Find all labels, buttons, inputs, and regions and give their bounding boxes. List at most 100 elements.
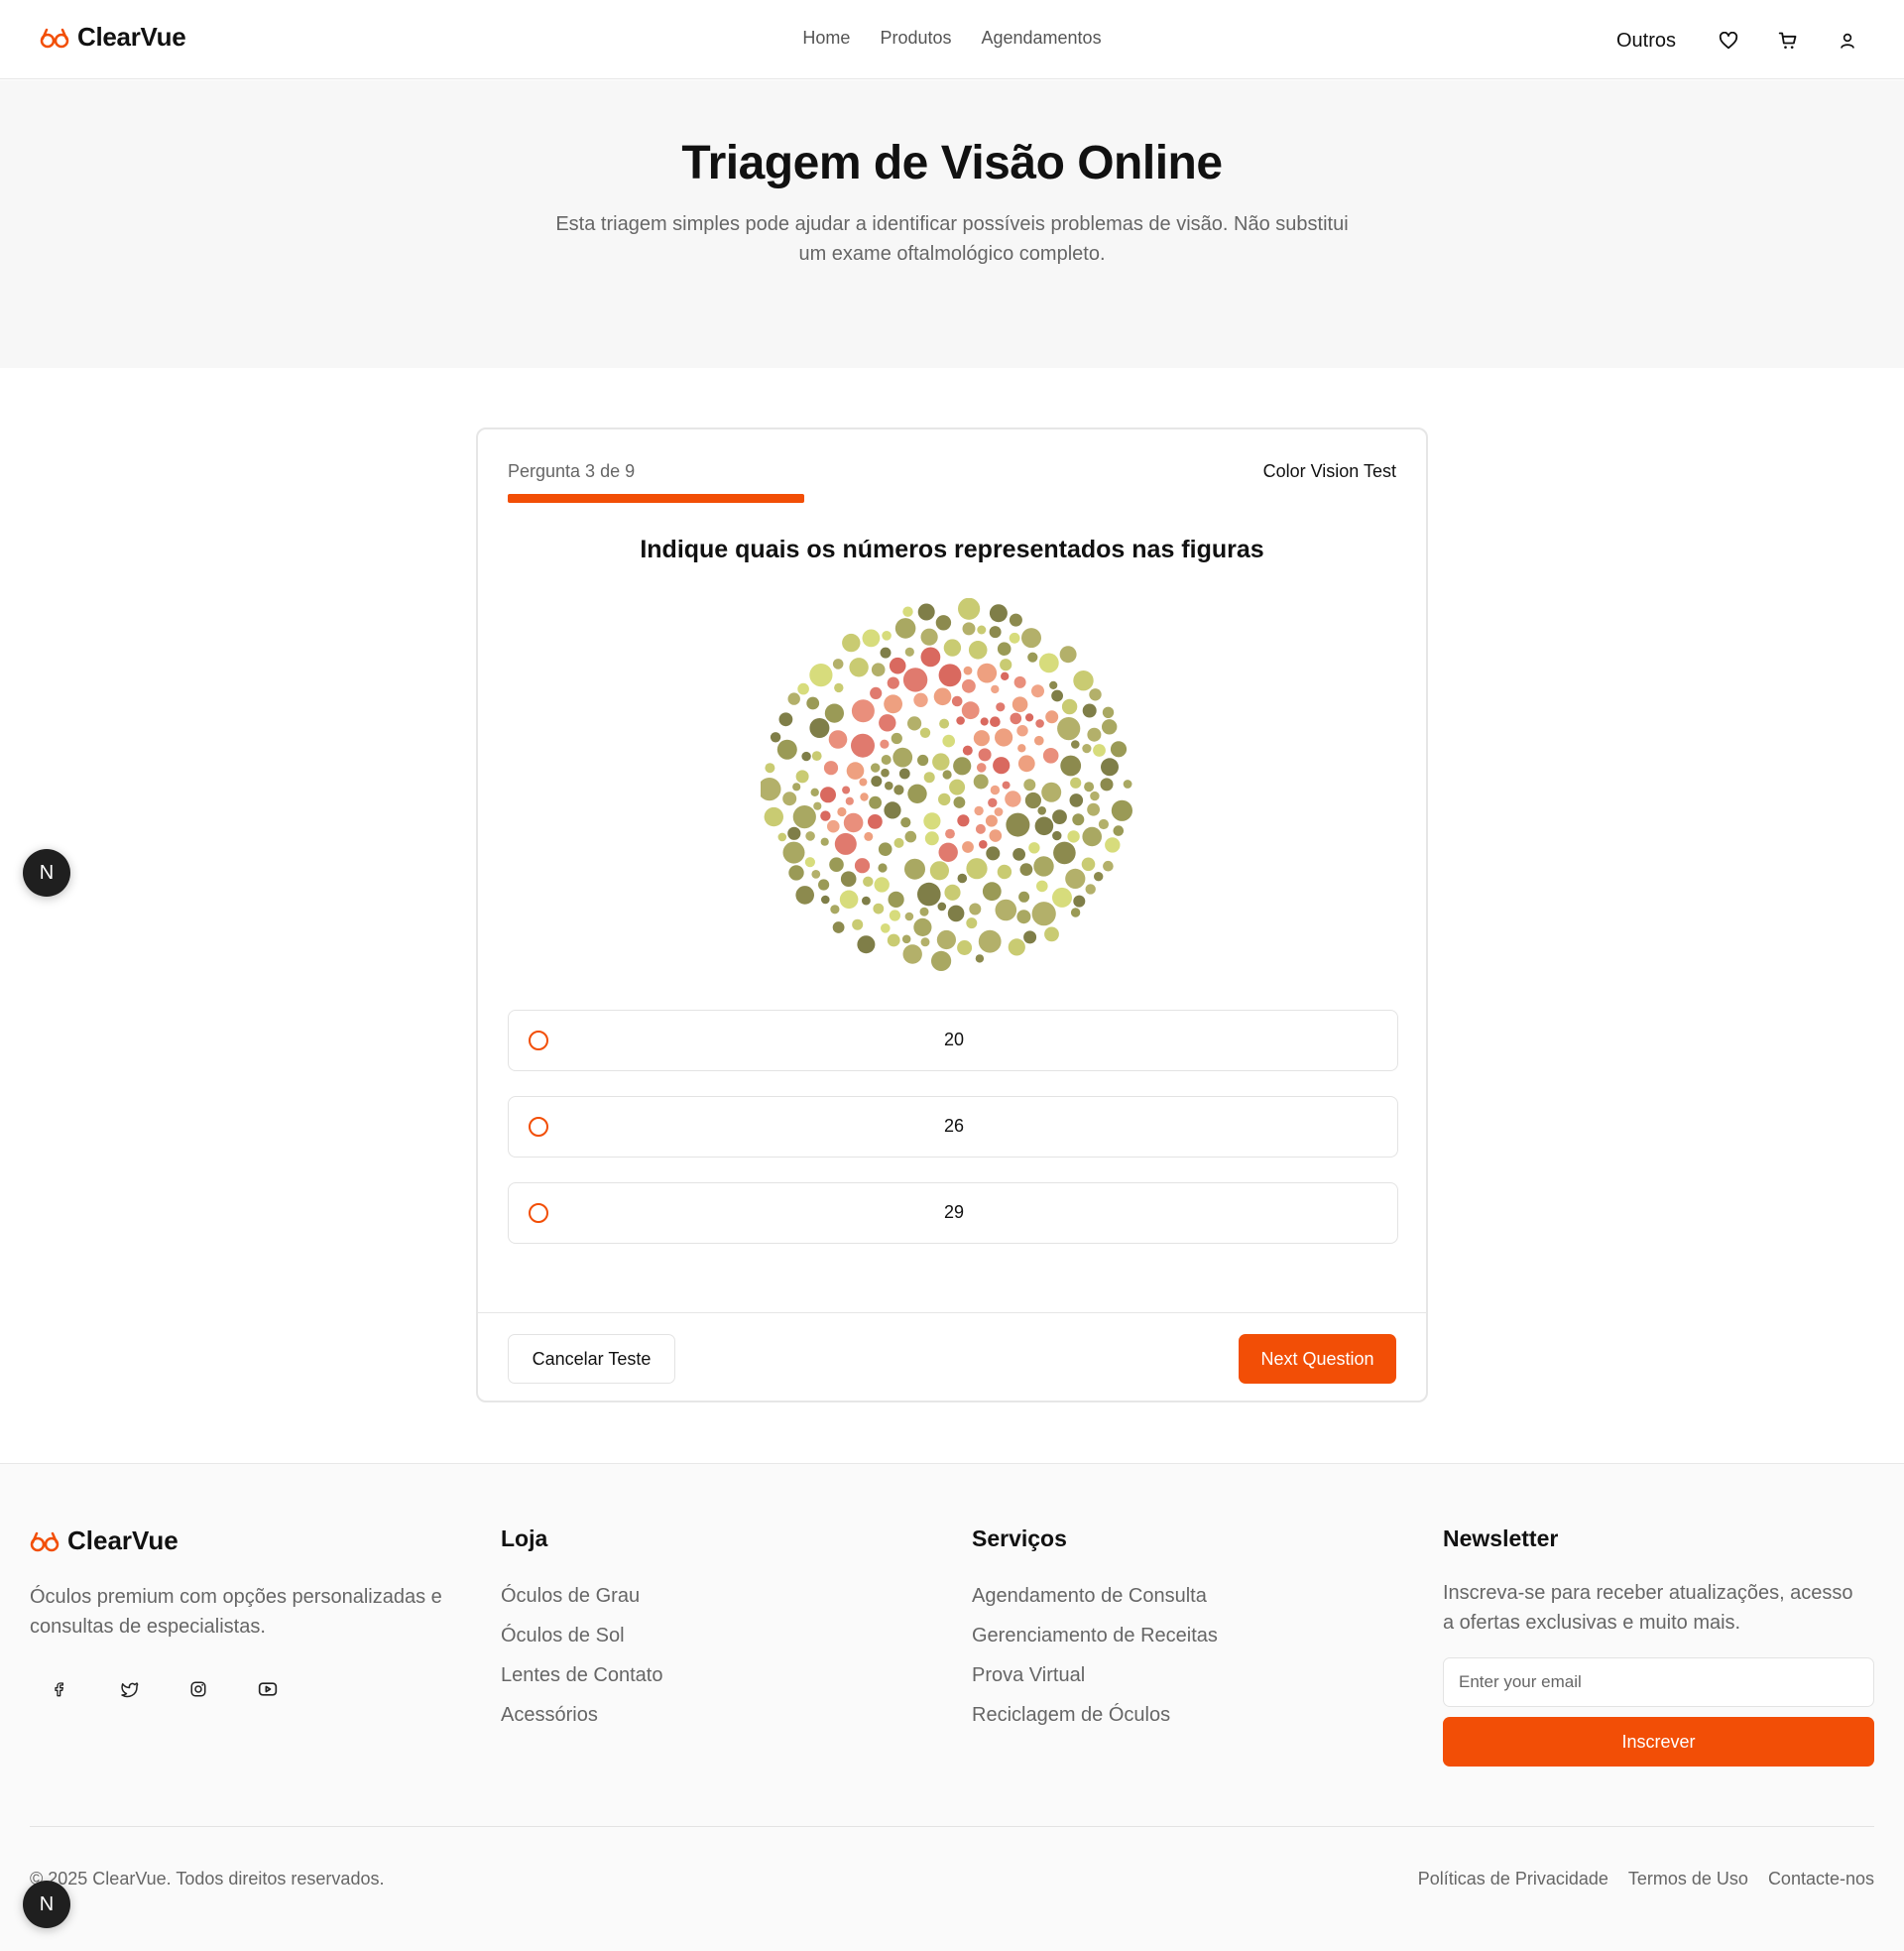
plate-dot (857, 935, 876, 954)
plate-dot (765, 763, 775, 774)
card-footer-divider (478, 1312, 1426, 1313)
contact-link[interactable]: Contacte-nos (1768, 1869, 1874, 1890)
plate-dot (1016, 910, 1031, 924)
footer-link-prova-virtual[interactable]: Prova Virtual (972, 1655, 1218, 1695)
user-icon[interactable] (1831, 24, 1864, 58)
cart-icon[interactable] (1771, 24, 1805, 58)
plate-dot (849, 658, 869, 677)
plate-dot (1033, 856, 1054, 877)
footer-link-reciclagem[interactable]: Reciclagem de Óculos (972, 1695, 1218, 1735)
plate-dot (957, 940, 973, 955)
heart-icon[interactable] (1712, 24, 1745, 58)
answer-option-2[interactable]: 26 (508, 1096, 1398, 1158)
plate-dot (868, 814, 883, 829)
plate-dot (880, 739, 890, 749)
next-question-button[interactable]: Next Question (1239, 1334, 1396, 1384)
plate-dot (1028, 842, 1040, 854)
plate-dot (1098, 818, 1109, 830)
answer-option-3[interactable]: 29 (508, 1182, 1398, 1244)
plate-dot (859, 778, 868, 787)
plate-dot (977, 663, 998, 683)
plate-dot (1002, 781, 1011, 790)
footer-logo[interactable]: ClearVue (30, 1525, 466, 1556)
plate-dot (845, 796, 854, 805)
footer-divider (30, 1826, 1874, 1827)
answer-option-1[interactable]: 20 (508, 1010, 1398, 1071)
plate-dot (878, 842, 892, 856)
plate-dot (840, 871, 857, 887)
answer-option-label: 29 (943, 1202, 965, 1222)
youtube-icon[interactable] (250, 1671, 286, 1707)
plate-dot (958, 598, 981, 620)
plate-dot (797, 682, 809, 695)
n-floating-badge[interactable]: N (23, 849, 70, 897)
facebook-icon[interactable] (42, 1671, 77, 1707)
footer-description: Óculos premium com opções personalizadas… (30, 1586, 442, 1638)
plate-dot (920, 628, 938, 646)
answer-option-label: 26 (943, 1116, 965, 1136)
plate-dot (863, 876, 874, 887)
plate-dot (1034, 735, 1044, 746)
footer-link-receitas[interactable]: Gerenciamento de Receitas (972, 1616, 1218, 1655)
page-title: Triagem de Visão Online (681, 137, 1223, 189)
plate-dot (885, 781, 893, 791)
plate-dot (966, 858, 988, 880)
plate-dot (1094, 872, 1104, 882)
plate-dot (945, 828, 955, 839)
plate-dot (832, 659, 844, 670)
nav-agendamentos-link[interactable]: Agendamentos (981, 28, 1101, 49)
plate-dot (879, 714, 896, 732)
footer-link-oculos-de-sol[interactable]: Óculos de Sol (501, 1616, 662, 1655)
plate-dot (1052, 809, 1067, 824)
plate-dot (989, 604, 1008, 623)
plate-dot (1008, 938, 1025, 956)
newsletter-email-input[interactable] (1443, 1657, 1874, 1707)
plate-dot (1025, 713, 1034, 722)
footer-link-agendamento[interactable]: Agendamento de Consulta (972, 1576, 1218, 1616)
plate-dot (778, 712, 793, 727)
plate-dot (904, 647, 914, 657)
footer-link-acessorios[interactable]: Acessórios (501, 1695, 662, 1735)
twitter-icon[interactable] (111, 1671, 147, 1707)
answer-options: 20 26 29 (508, 1010, 1398, 1269)
plate-dot (1016, 725, 1028, 737)
plate-dot (1009, 632, 1020, 644)
cancel-test-button[interactable]: Cancelar Teste (508, 1334, 675, 1384)
plate-dot (939, 718, 950, 729)
plate-dot (994, 807, 1004, 816)
n-floating-badge[interactable]: N (23, 1881, 70, 1928)
plate-dot (1087, 802, 1100, 816)
footer-link-oculos-de-grau[interactable]: Óculos de Grau (501, 1576, 662, 1616)
page-subtitle: Esta triagem simples pode ajudar a ident… (555, 213, 1349, 265)
plate-dot (881, 755, 892, 765)
plate-dot (931, 950, 952, 971)
plate-dot (936, 929, 956, 950)
outros-menu[interactable]: Outros (1616, 30, 1676, 53)
privacy-policy-link[interactable]: Políticas de Privacidade (1418, 1869, 1608, 1890)
plate-dot (902, 668, 928, 692)
footer-store-heading: Loja (501, 1525, 548, 1551)
plate-dot (813, 801, 822, 810)
subscribe-button[interactable]: Inscrever (1443, 1717, 1874, 1767)
plate-dot (1023, 779, 1036, 792)
plate-dot (824, 703, 844, 723)
plate-dot (962, 841, 974, 853)
plate-dot (1103, 860, 1114, 872)
plate-dot (900, 817, 911, 828)
plate-dot (943, 639, 962, 657)
plate-dot (977, 625, 987, 635)
plate-dot (837, 806, 847, 817)
plate-dot (811, 870, 821, 879)
nav-produtos-link[interactable]: Produtos (880, 28, 951, 49)
plate-dot (795, 886, 814, 905)
plate-dot (770, 732, 781, 743)
footer-link-lentes-de-contato[interactable]: Lentes de Contato (501, 1655, 662, 1695)
nav-home-link[interactable]: Home (802, 28, 850, 49)
instagram-icon[interactable] (180, 1671, 216, 1707)
plate-dot (1045, 710, 1059, 724)
plate-dot (764, 806, 783, 827)
plate-dot (963, 666, 973, 675)
plate-dot (1067, 830, 1080, 843)
plate-dot (851, 733, 875, 758)
terms-of-use-link[interactable]: Termos de Uso (1628, 1869, 1748, 1890)
